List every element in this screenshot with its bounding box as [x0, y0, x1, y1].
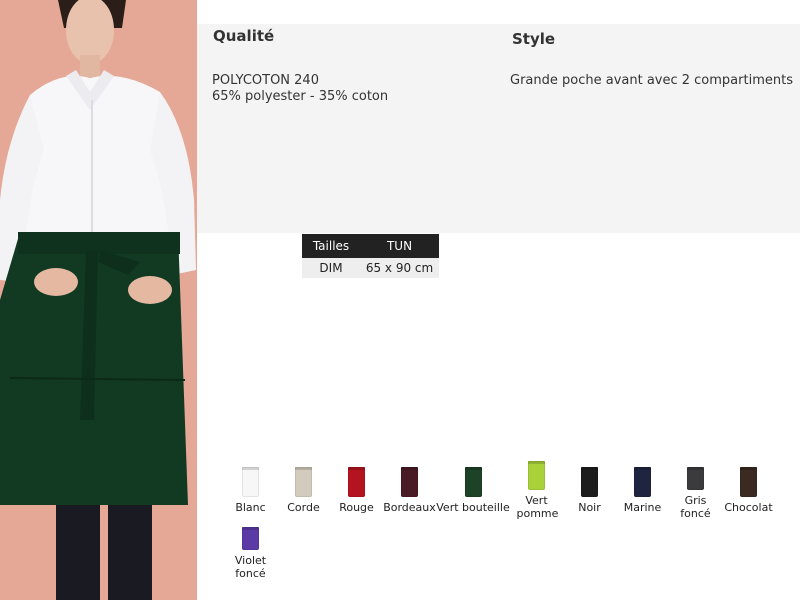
- color-swatch-list: Blanc Corde Rouge Bordeaux Vert bouteille Ver…: [224, 460, 800, 580]
- color-swatch-label: Marine: [623, 501, 662, 514]
- size-table: Tailles TUN DIM 65 x 90 cm: [302, 234, 439, 278]
- color-swatch[interactable]: Violet foncé: [224, 520, 277, 580]
- color-swatch[interactable]: Vert pomme: [510, 460, 563, 520]
- style-heading: Style: [512, 30, 556, 48]
- color-swatch[interactable]: Gris foncé: [669, 460, 722, 520]
- quality-line: 65% polyester - 35% coton: [212, 89, 389, 104]
- apron-color-icon: [687, 467, 704, 490]
- apron-color-icon: [464, 467, 482, 497]
- product-photo: [0, 0, 197, 600]
- size-header-value: TUN: [360, 234, 439, 258]
- product-info-panel: Qualité Style POLYCOTON 240 65% polyeste…: [197, 24, 800, 233]
- apron-color-icon: [242, 527, 259, 550]
- color-swatch-label: Noir: [578, 501, 601, 514]
- apron-color-icon: [295, 467, 312, 497]
- quality-line: POLYCOTON 240: [212, 73, 319, 88]
- apron-color-icon: [242, 467, 259, 497]
- apron-color-icon: [348, 467, 365, 497]
- color-swatch-label: Vert pomme: [516, 494, 559, 520]
- color-swatch-label: Gris foncé: [680, 494, 711, 520]
- apron-color-icon: [401, 467, 418, 497]
- color-swatch[interactable]: Corde: [277, 460, 330, 520]
- apron-color-icon: [528, 461, 545, 490]
- style-text: Grande poche avant avec 2 compartiments: [510, 73, 793, 88]
- size-row-label: DIM: [302, 258, 360, 278]
- color-swatch-label: Chocolat: [724, 501, 773, 514]
- apron-color-icon: [740, 467, 757, 497]
- size-header-label: Tailles: [302, 234, 360, 258]
- color-swatch[interactable]: Noir: [563, 460, 616, 520]
- size-table-header: Tailles TUN: [302, 234, 439, 258]
- apron-color-icon: [581, 467, 598, 497]
- color-swatch-label: Rouge: [339, 501, 374, 514]
- color-swatch-label: Bordeaux: [383, 501, 436, 514]
- color-swatch[interactable]: Blanc: [224, 460, 277, 520]
- color-swatch-label: Violet foncé: [234, 554, 267, 580]
- color-swatch[interactable]: Bordeaux: [383, 460, 436, 520]
- quality-heading: Qualité: [213, 27, 275, 45]
- color-swatch-label: Corde: [287, 501, 320, 514]
- size-row-value: 65 x 90 cm: [360, 258, 439, 278]
- table-row: DIM 65 x 90 cm: [302, 258, 439, 278]
- color-swatch[interactable]: Marine: [616, 460, 669, 520]
- color-swatch[interactable]: Rouge: [330, 460, 383, 520]
- color-swatch[interactable]: Vert bouteille: [436, 460, 510, 520]
- apron-color-icon: [634, 467, 651, 497]
- color-swatch-label: Blanc: [235, 501, 266, 514]
- quality-text: POLYCOTON 240 65% polyester - 35% coton: [212, 73, 388, 105]
- color-swatch-label: Vert bouteille: [436, 501, 510, 514]
- color-swatch[interactable]: Chocolat: [722, 460, 775, 520]
